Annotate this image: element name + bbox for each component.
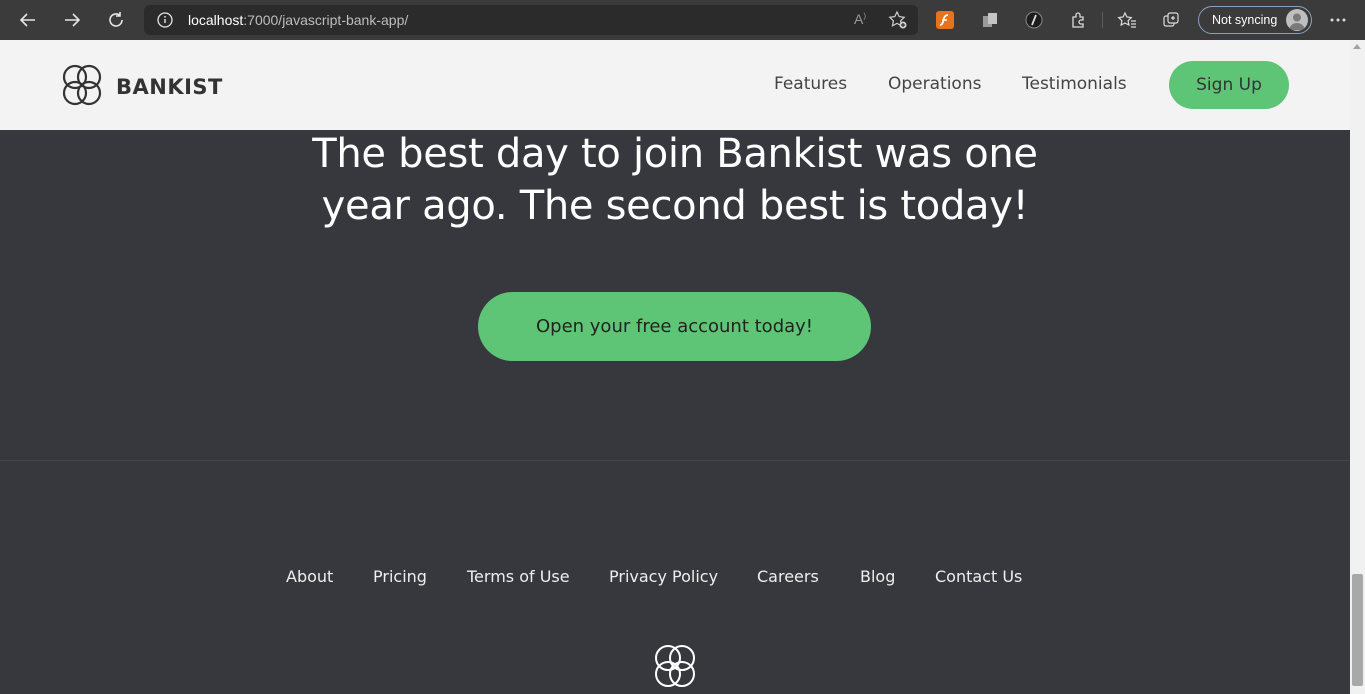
more-icon[interactable] xyxy=(1327,9,1349,31)
nav-link-operations[interactable]: Operations xyxy=(888,74,981,94)
avatar xyxy=(1286,9,1308,31)
sign-up-button[interactable]: Sign Up xyxy=(1169,61,1289,109)
cta-heading-line-1: The best day to join Bankist was one xyxy=(312,131,1038,177)
footer-link-privacy[interactable]: Privacy Policy xyxy=(609,567,718,586)
footer-link-pricing[interactable]: Pricing xyxy=(373,567,427,586)
scrollbar-thumb[interactable] xyxy=(1352,574,1363,686)
bankist-logo-icon xyxy=(58,62,106,112)
info-icon[interactable] xyxy=(157,12,173,32)
sync-label: Not syncing xyxy=(1212,13,1278,27)
toolbar-divider xyxy=(1102,12,1103,28)
forward-arrow-icon[interactable] xyxy=(60,8,84,32)
back-arrow-icon[interactable] xyxy=(16,8,40,32)
footer-link-contact[interactable]: Contact Us xyxy=(935,567,1022,586)
brand-logo[interactable]: BANKIST xyxy=(58,62,223,112)
extension-logo-icon[interactable] xyxy=(1023,9,1045,31)
footer-link-blog[interactable]: Blog xyxy=(860,567,895,586)
footer-link-careers[interactable]: Careers xyxy=(757,567,819,586)
cta-heading: The best day to join Bankist was one yea… xyxy=(275,128,1075,232)
extension-icon[interactable] xyxy=(1067,9,1089,31)
scroll-up-arrow-icon[interactable] xyxy=(1353,44,1361,49)
read-aloud-icon[interactable]: A) xyxy=(854,11,866,27)
flash-extension-icon[interactable] xyxy=(934,9,956,31)
copy-extension-icon[interactable] xyxy=(979,9,1001,31)
cta-heading-line-2: year ago. The second best is today! xyxy=(321,183,1029,229)
browser-toolbar: localhost:7000/javascript-bank-app/ A) N… xyxy=(0,0,1365,40)
nav-link-features[interactable]: Features xyxy=(774,74,847,94)
favorites-icon[interactable] xyxy=(1116,9,1138,31)
footer-link-about[interactable]: About xyxy=(286,567,333,586)
collections-icon[interactable] xyxy=(1160,9,1182,31)
add-favorite-icon[interactable] xyxy=(888,10,908,34)
sync-profile-button[interactable]: Not syncing xyxy=(1198,6,1312,34)
footer-logo-icon[interactable] xyxy=(649,641,701,694)
section-divider xyxy=(0,460,1350,461)
brand-name: BANKIST xyxy=(116,75,223,99)
footer-link-terms[interactable]: Terms of Use xyxy=(467,567,570,586)
address-bar[interactable]: localhost:7000/javascript-bank-app/ A) xyxy=(144,5,918,35)
url-text[interactable]: localhost:7000/javascript-bank-app/ xyxy=(188,12,408,28)
open-account-button[interactable]: Open your free account today! xyxy=(478,292,871,361)
nav-link-testimonials[interactable]: Testimonials xyxy=(1022,74,1127,94)
site-header: BANKIST Features Operations Testimonials… xyxy=(0,40,1350,130)
refresh-icon[interactable] xyxy=(104,8,128,32)
